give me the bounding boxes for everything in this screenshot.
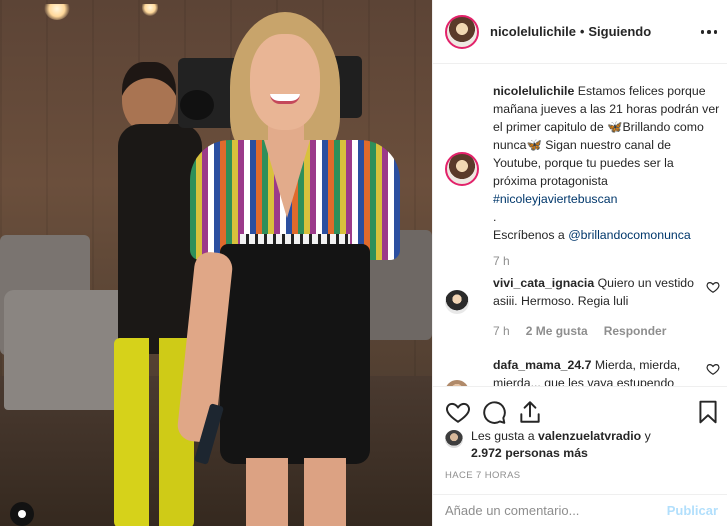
comment-icon[interactable] — [481, 399, 507, 425]
comment-meta: 7 h 2 Me gusta Responder — [493, 324, 720, 338]
author-username[interactable]: nicolelulichile — [490, 24, 576, 39]
likes-count[interactable]: 2.972 personas más — [471, 446, 588, 460]
man-head — [122, 62, 176, 132]
caption-text: nicolelulichile Estamos felices porque m… — [493, 82, 720, 244]
post-sidebar: nicolelulichile • Siguiendo nicolelulich… — [432, 0, 727, 526]
black-dress-skirt — [220, 244, 370, 464]
comment-item: dafa_mama_24.7 Mierda, mierda, mierda...… — [445, 356, 720, 386]
comment-text: dafa_mama_24.7 Mierda, mierda, mierda...… — [493, 356, 698, 386]
likes-summary: Les gusta a valenzuelatvradio y 2.972 pe… — [445, 428, 720, 462]
woman-posing — [176, 12, 400, 526]
woman-legs — [246, 458, 346, 526]
post-caption: nicolelulichile Estamos felices porque m… — [445, 82, 720, 268]
likes-prefix: Les gusta a — [471, 429, 538, 443]
caption-hashtag[interactable]: #nicoleyjaviertebuscan — [493, 192, 617, 206]
caption-mention[interactable]: @brillandocomonunca — [568, 228, 691, 242]
comment-likes[interactable]: 2 Me gusta — [526, 324, 588, 338]
reply-button[interactable]: Responder — [604, 324, 667, 338]
caption-time[interactable]: 7 h — [493, 254, 510, 268]
liker-username[interactable]: valenzuelatvradio — [538, 429, 641, 443]
caption-body: Estamos felices porque mañana jueves a l… — [493, 84, 720, 188]
heart-icon[interactable] — [445, 399, 471, 425]
caption-meta: 7 h — [493, 254, 720, 268]
liker-avatar[interactable] — [445, 430, 463, 448]
post-timestamp[interactable]: HACE 7 HORAS — [445, 470, 521, 481]
caption-username[interactable]: nicolelulichile — [493, 84, 574, 98]
post-photo[interactable] — [0, 0, 432, 526]
likes-text: Les gusta a valenzuelatvradio y 2.972 pe… — [471, 428, 651, 462]
comment-heart-icon[interactable] — [706, 362, 720, 376]
more-options-icon[interactable] — [700, 23, 718, 41]
post-header: nicolelulichile • Siguiendo — [433, 0, 727, 64]
caption-body-2: Escríbenos a — [493, 228, 569, 242]
author-avatar[interactable] — [445, 14, 479, 49]
comment-username[interactable]: vivi_cata_ignacia — [493, 276, 594, 290]
comment-time[interactable]: 7 h — [493, 324, 510, 338]
bookmark-icon[interactable] — [695, 399, 721, 425]
share-icon[interactable] — [517, 399, 543, 425]
header-separator: • — [579, 24, 585, 39]
comments-section[interactable]: nicolelulichile Estamos felices porque m… — [433, 64, 727, 386]
comment-username[interactable]: dafa_mama_24.7 — [493, 358, 591, 372]
caption-author-avatar[interactable] — [445, 152, 479, 186]
post-actions — [433, 386, 727, 434]
comment-heart-icon[interactable] — [706, 280, 720, 294]
add-comment-bar: Publicar — [433, 494, 727, 526]
caption-dot-line: . — [493, 210, 497, 224]
comment-item: vivi_cata_ignacia Quiero un vestido asii… — [445, 274, 720, 338]
user-tag-icon[interactable] — [10, 502, 34, 526]
user-tag-dot — [18, 510, 26, 518]
publish-button[interactable]: Publicar — [667, 503, 718, 518]
following-button[interactable]: Siguiendo — [588, 24, 651, 39]
comment-input[interactable] — [445, 503, 667, 518]
comment-text: vivi_cata_ignacia Quiero un vestido asii… — [493, 274, 698, 310]
woman-face — [250, 34, 320, 130]
likes-connector: y — [641, 429, 651, 443]
commenter-avatar[interactable] — [445, 290, 469, 314]
